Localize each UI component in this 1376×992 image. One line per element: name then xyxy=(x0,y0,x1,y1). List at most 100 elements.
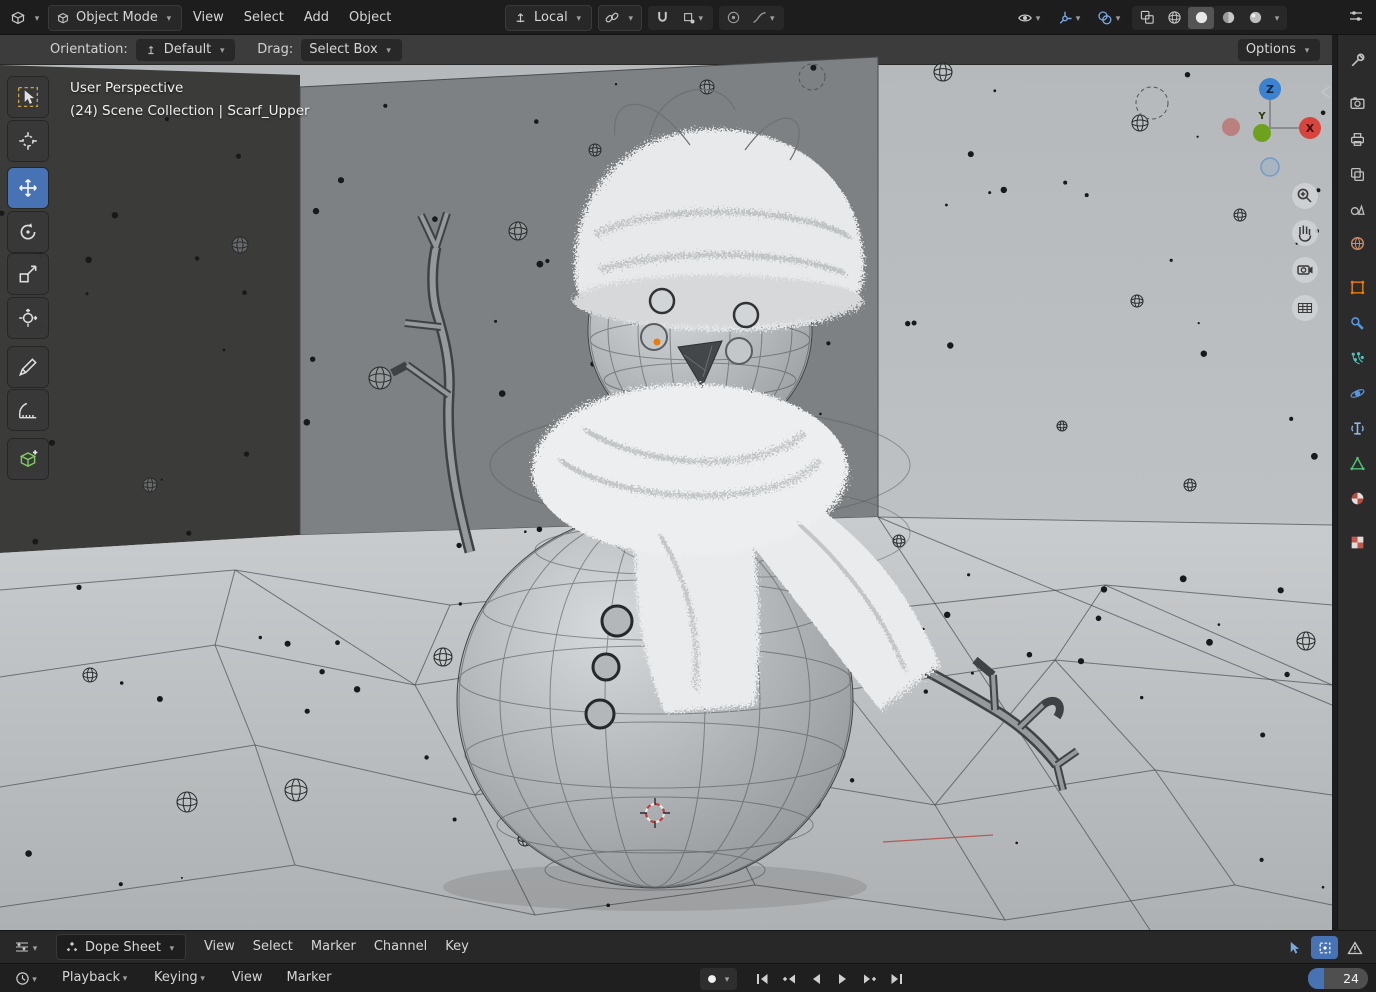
shading-rendered-button[interactable] xyxy=(1242,7,1268,29)
gizmo-y-ball[interactable] xyxy=(1253,124,1271,142)
gizmo-minus-x-ball[interactable] xyxy=(1222,118,1240,136)
chevron-down-icon xyxy=(30,971,40,986)
proportional-editing-button[interactable] xyxy=(721,7,747,29)
tab-object-data[interactable] xyxy=(1344,450,1371,477)
auto-keyframe-button[interactable] xyxy=(700,967,737,990)
tab-physics[interactable] xyxy=(1344,380,1371,407)
tab-constraints[interactable] xyxy=(1344,415,1371,442)
dope-sheet-mode-icon xyxy=(66,941,78,952)
tab-particles[interactable] xyxy=(1344,345,1371,372)
dope-menu-key[interactable]: Key xyxy=(437,936,477,958)
tab-object[interactable] xyxy=(1344,274,1371,301)
gizmo-minus-z-ball[interactable] xyxy=(1260,157,1280,177)
tool-scale[interactable] xyxy=(8,254,48,294)
tab-modifiers[interactable] xyxy=(1344,310,1371,337)
proportional-warning-button[interactable] xyxy=(1341,936,1368,959)
tool-cursor[interactable] xyxy=(8,121,48,161)
camera-view-button[interactable] xyxy=(1292,257,1318,283)
shading-material-button[interactable] xyxy=(1215,7,1241,29)
dope-menu-marker[interactable]: Marker xyxy=(303,936,364,958)
dope-menu-channel[interactable]: Channel xyxy=(366,936,435,958)
tool-add-cube[interactable] xyxy=(8,439,48,479)
play-reverse-button[interactable] xyxy=(803,968,828,989)
shading-wireframe-button[interactable] xyxy=(1161,7,1187,29)
timeline-menu-keying[interactable]: Keying xyxy=(146,967,216,989)
timeline-menu-marker[interactable]: Marker xyxy=(279,967,340,989)
snap-magnet-button[interactable] xyxy=(650,7,676,29)
previous-keyframe-button[interactable] xyxy=(776,968,801,989)
timeline-clock-icon xyxy=(15,971,29,985)
wireframe-shading-icon xyxy=(1167,11,1181,24)
tab-render[interactable] xyxy=(1344,90,1371,117)
jump-to-end-button[interactable] xyxy=(884,968,909,989)
tab-texture[interactable] xyxy=(1344,529,1371,556)
tab-world[interactable] xyxy=(1344,230,1371,257)
tool-annotate[interactable] xyxy=(8,347,48,387)
tool-orientation-dropdown[interactable]: Default xyxy=(135,38,236,61)
menu-select[interactable]: Select xyxy=(235,6,293,30)
tool-transform[interactable] xyxy=(8,298,48,338)
gizmos-dropdown[interactable] xyxy=(1052,7,1088,29)
timeline-editor-type-dropdown[interactable] xyxy=(8,967,46,989)
object-visibility-dropdown[interactable] xyxy=(1012,7,1048,29)
annotate-pencil-icon xyxy=(18,358,37,377)
mode-dropdown[interactable]: Object Mode xyxy=(48,4,182,31)
menu-object[interactable]: Object xyxy=(340,6,400,30)
gizmo-icon xyxy=(1059,11,1072,24)
overlays-dropdown[interactable] xyxy=(1092,7,1128,29)
dope-menu-view[interactable]: View xyxy=(196,936,243,958)
current-frame-field[interactable]: 24 xyxy=(1308,968,1368,989)
dope-editor-type-dropdown[interactable] xyxy=(8,936,46,958)
options-dropdown[interactable]: Options xyxy=(1237,38,1320,61)
chevron-down-icon xyxy=(722,971,732,986)
only-selected-toggle[interactable] xyxy=(1281,936,1308,959)
pivot-point-dropdown[interactable] xyxy=(597,4,642,31)
gizmo-y-label: Y xyxy=(1257,111,1266,122)
falloff-dropdown[interactable] xyxy=(748,7,782,29)
tab-material[interactable] xyxy=(1344,485,1371,512)
zoom-button[interactable] xyxy=(1292,183,1318,209)
snapping-toggle[interactable] xyxy=(1311,936,1338,959)
chevron-down-icon xyxy=(626,10,636,25)
options-label: Options xyxy=(1245,42,1296,57)
tool-measure[interactable] xyxy=(8,390,48,430)
editor-type-dropdown[interactable] xyxy=(6,6,46,30)
scene-tab-icon xyxy=(1350,204,1365,216)
view-perspective-label: User Perspective xyxy=(70,80,184,96)
timeline-menu-playback[interactable]: Playback xyxy=(54,967,138,989)
xray-toggle[interactable] xyxy=(1134,7,1160,29)
timeline-menu-view[interactable]: View xyxy=(224,967,271,989)
tab-view-layer[interactable] xyxy=(1344,161,1371,188)
pan-hand-button[interactable] xyxy=(1292,220,1318,246)
tab-output[interactable] xyxy=(1344,126,1371,153)
frame-progress-fill xyxy=(1308,968,1324,989)
chevron-down-icon xyxy=(217,42,227,57)
shading-dropdown[interactable] xyxy=(1269,7,1285,29)
tool-tweak-select[interactable] xyxy=(8,77,48,117)
snap-target-dropdown[interactable] xyxy=(677,7,711,29)
tool-move[interactable] xyxy=(8,168,48,208)
tab-tool[interactable] xyxy=(1344,47,1371,74)
chevron-down-icon xyxy=(167,940,177,955)
menu-add[interactable]: Add xyxy=(295,6,338,30)
tool-rotate[interactable] xyxy=(8,212,48,252)
chevron-down-icon xyxy=(164,10,174,25)
transform-orientation-dropdown[interactable]: Local xyxy=(505,4,592,31)
overlays-icon xyxy=(1098,10,1112,24)
properties-editor-type-dropdown[interactable] xyxy=(1343,5,1369,27)
output-tab-icon xyxy=(1351,133,1364,146)
play-button[interactable] xyxy=(830,968,855,989)
dope-sheet-mode-dropdown[interactable]: Dope Sheet xyxy=(56,934,186,960)
drag-dropdown[interactable]: Select Box xyxy=(301,38,402,61)
viewport-3d[interactable]: Z X Y User Perspective (24) Scene Collec… xyxy=(0,56,1333,931)
viewport-canvas[interactable]: Z X Y xyxy=(0,56,1333,931)
orientation-axes-icon xyxy=(516,13,525,23)
jump-to-start-button[interactable] xyxy=(749,968,774,989)
next-keyframe-button[interactable] xyxy=(857,968,882,989)
texture-tab-icon xyxy=(1351,536,1364,549)
perspective-toggle-button[interactable] xyxy=(1292,295,1318,321)
shading-solid-button[interactable] xyxy=(1188,6,1214,29)
menu-view[interactable]: View xyxy=(184,6,233,30)
tab-scene[interactable] xyxy=(1344,196,1371,223)
dope-menu-select[interactable]: Select xyxy=(245,936,301,958)
